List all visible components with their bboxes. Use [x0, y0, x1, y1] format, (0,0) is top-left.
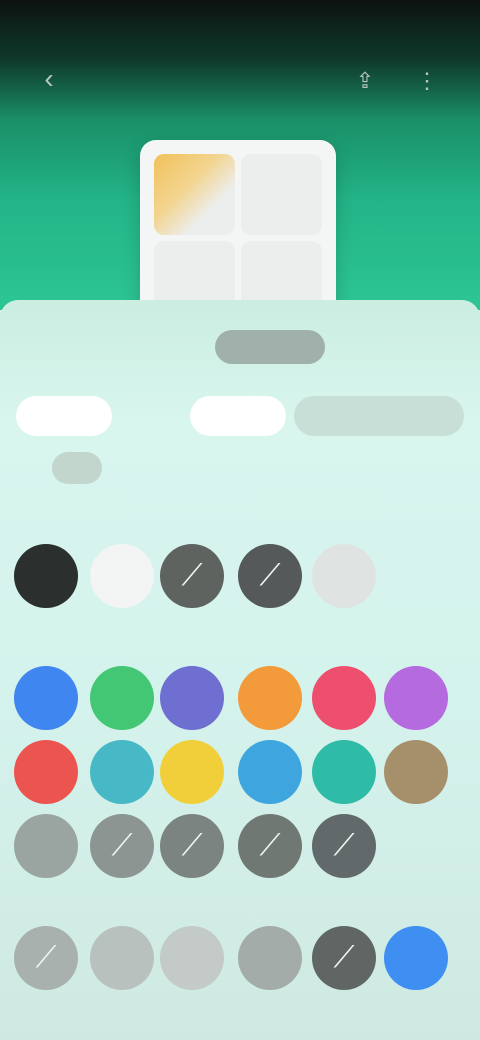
color-swatch[interactable] — [312, 666, 376, 730]
color-swatch[interactable] — [238, 740, 302, 804]
brush-icon: ⟋ — [259, 829, 281, 862]
back-icon[interactable]: ‹ — [32, 62, 66, 96]
brush-icon: ⟋ — [35, 941, 57, 974]
color-swatch[interactable]: ⟋ — [160, 814, 224, 878]
tab-4[interactable] — [294, 396, 464, 436]
color-swatch[interactable] — [160, 666, 224, 730]
color-swatch[interactable] — [312, 544, 376, 608]
color-swatch[interactable] — [160, 926, 224, 990]
color-swatch[interactable] — [90, 544, 154, 608]
subtab-1[interactable] — [52, 452, 102, 484]
color-swatch[interactable] — [160, 740, 224, 804]
brush-icon: ⟋ — [111, 829, 133, 862]
color-swatch[interactable] — [14, 666, 78, 730]
status-bar — [0, 0, 480, 60]
preview-caption-button[interactable] — [215, 330, 325, 364]
tab-3[interactable] — [190, 396, 286, 436]
brush-icon: ⟋ — [333, 829, 355, 862]
color-swatch[interactable]: ⟋ — [312, 926, 376, 990]
color-swatch[interactable] — [90, 666, 154, 730]
tab-bar — [16, 396, 464, 436]
brush-icon: ⟋ — [181, 559, 203, 592]
tab-2[interactable] — [116, 396, 186, 436]
color-swatch[interactable] — [90, 926, 154, 990]
color-swatch[interactable] — [384, 740, 448, 804]
color-swatch[interactable] — [384, 926, 448, 990]
color-swatch[interactable]: ⟋ — [160, 544, 224, 608]
color-swatch[interactable]: ⟋ — [312, 814, 376, 878]
color-swatch[interactable] — [14, 740, 78, 804]
color-swatch[interactable]: ⟋ — [90, 814, 154, 878]
color-swatch[interactable] — [312, 740, 376, 804]
color-swatch[interactable] — [384, 666, 448, 730]
brush-icon: ⟋ — [181, 829, 203, 862]
brush-icon: ⟋ — [333, 941, 355, 974]
preview-cell — [241, 154, 322, 235]
color-swatch[interactable]: ⟋ — [238, 814, 302, 878]
preview-cell — [154, 154, 235, 235]
color-swatch[interactable] — [90, 740, 154, 804]
color-swatch[interactable] — [238, 666, 302, 730]
share-icon[interactable]: ⇪ — [350, 66, 380, 96]
more-icon[interactable]: ⋮ — [412, 66, 442, 96]
color-swatch[interactable] — [14, 544, 78, 608]
color-swatch[interactable] — [14, 814, 78, 878]
color-swatch[interactable] — [238, 926, 302, 990]
brush-icon: ⟋ — [259, 559, 281, 592]
color-swatch[interactable]: ⟋ — [238, 544, 302, 608]
tab-1[interactable] — [16, 396, 112, 436]
color-swatch[interactable]: ⟋ — [14, 926, 78, 990]
